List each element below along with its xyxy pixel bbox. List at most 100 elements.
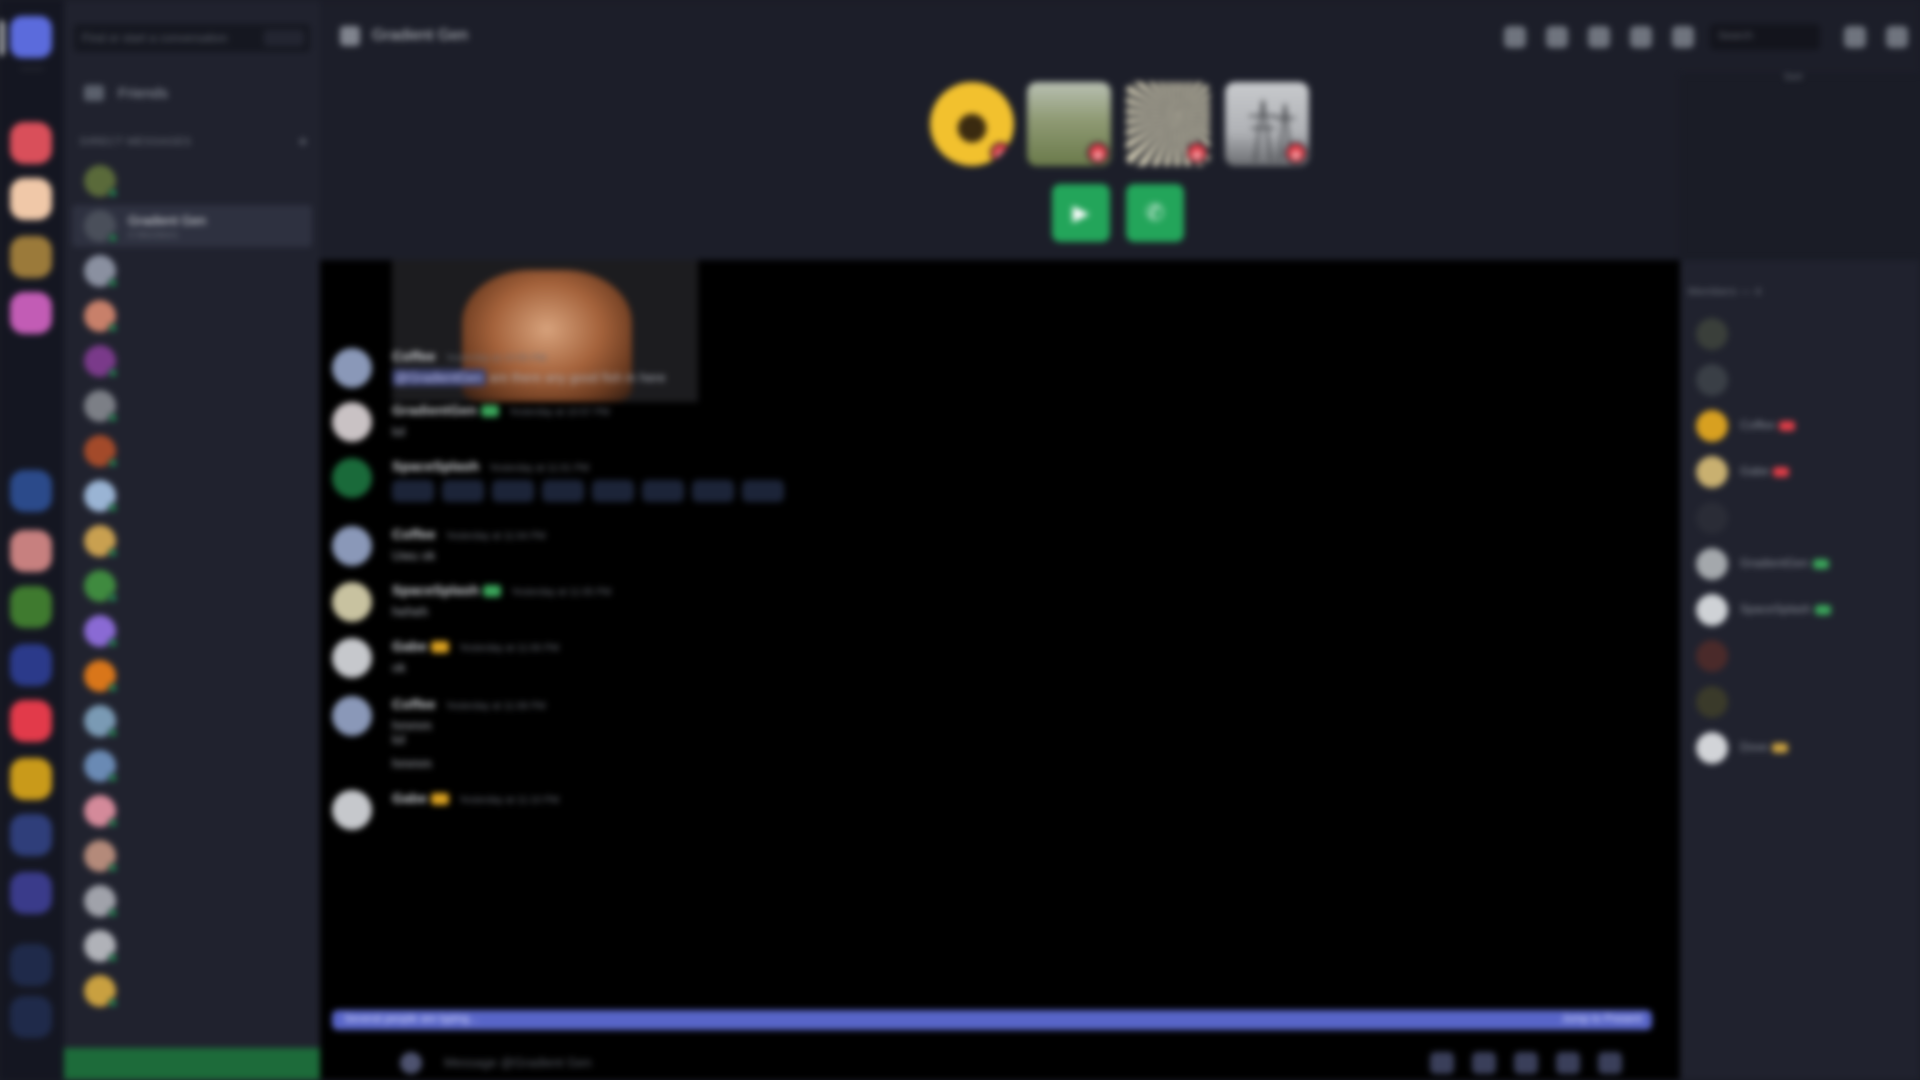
join-call-button[interactable]: ✆	[1126, 184, 1184, 242]
message-author[interactable]: SpaceSplash Yesterday at 11:05 PM	[392, 582, 611, 598]
sticker-icon[interactable]	[1514, 1052, 1538, 1074]
dm-item[interactable]	[72, 475, 312, 517]
dm-item[interactable]	[72, 430, 312, 472]
chat-message[interactable]: SpaceSplash Yesterday at 11:01 PM	[328, 458, 1528, 514]
sunburst-tile[interactable]: ⊘	[1126, 82, 1210, 166]
dm-item[interactable]	[72, 295, 312, 337]
join-video-button[interactable]: ▶	[1052, 184, 1110, 242]
add-member-icon[interactable]	[1630, 26, 1652, 48]
user-panel[interactable]	[64, 1048, 320, 1080]
dm-item[interactable]	[72, 340, 312, 382]
chat-message[interactable]: Coffee Yesterday at 10:55 PM @GradientGen …	[328, 348, 1528, 404]
dm-item[interactable]	[72, 655, 312, 697]
reaction-chip[interactable]	[592, 480, 634, 502]
message-author[interactable]: Coffee Yesterday at 11:08 PM	[392, 696, 546, 712]
home-button[interactable]	[10, 16, 52, 58]
server-icon[interactable]	[10, 758, 52, 800]
avatar[interactable]	[332, 638, 372, 678]
message-author[interactable]: Gabe Yesterday at 11:06 PM	[392, 638, 559, 654]
avatar[interactable]	[332, 696, 372, 736]
gif-icon[interactable]	[1472, 1052, 1496, 1074]
dm-item[interactable]	[72, 610, 312, 652]
member-item[interactable]: Gabe	[1688, 452, 1912, 492]
server-icon[interactable]	[10, 292, 52, 334]
sort-label[interactable]: Sort	[1784, 72, 1802, 83]
message-author[interactable]: Coffee Yesterday at 10:55 PM	[392, 348, 546, 364]
dm-item[interactable]	[72, 700, 312, 742]
server-icon[interactable]	[10, 996, 52, 1038]
reaction-chip[interactable]	[692, 480, 734, 502]
friends-link[interactable]: Friends	[72, 76, 312, 110]
attach-plus-icon[interactable]	[400, 1052, 422, 1074]
reaction-chip[interactable]	[542, 480, 584, 502]
reaction-chip[interactable]	[742, 480, 784, 502]
chat-message[interactable]: Coffee Yesterday at 11:04 PM Uwu ok	[328, 526, 1528, 582]
avatar[interactable]	[332, 526, 372, 566]
member-item[interactable]: SpaceSplash	[1688, 590, 1912, 630]
avatar[interactable]	[332, 582, 372, 622]
dm-item[interactable]	[72, 745, 312, 787]
app-icon[interactable]	[1556, 1052, 1580, 1074]
dm-item[interactable]	[72, 790, 312, 832]
member-item[interactable]	[1688, 498, 1912, 538]
server-icon[interactable]	[10, 644, 52, 686]
member-item[interactable]: Coffee	[1688, 406, 1912, 446]
chat-message[interactable]: Gabe Yesterday at 11:06 PM ok	[328, 638, 1528, 694]
topbar-search-input[interactable]: Search	[1710, 24, 1820, 50]
dm-item[interactable]	[72, 925, 312, 967]
server-icon[interactable]	[10, 236, 52, 278]
message-composer[interactable]: Message @Gradient Gen	[390, 1044, 1670, 1080]
dm-item[interactable]	[72, 835, 312, 877]
server-icon[interactable]	[10, 530, 52, 572]
message-author[interactable]: GradientGen Yesterday at 10:57 PM	[392, 402, 610, 418]
video-icon[interactable]	[1546, 26, 1568, 48]
dm-item[interactable]	[72, 250, 312, 292]
pylons-tile[interactable]: ⊘	[1225, 82, 1309, 166]
server-icon[interactable]	[10, 700, 52, 742]
reaction-chip[interactable]	[642, 480, 684, 502]
dm-item[interactable]	[72, 565, 312, 607]
chat-message[interactable]: Gabe Yesterday at 11:10 PM	[328, 790, 1528, 846]
server-icon[interactable]	[10, 872, 52, 914]
server-icon[interactable]	[10, 178, 52, 220]
reaction-chip[interactable]	[392, 480, 434, 502]
reaction-chip[interactable]	[492, 480, 534, 502]
inbox-icon[interactable]	[1844, 26, 1866, 48]
reaction-chip[interactable]	[442, 480, 484, 502]
avatar[interactable]	[332, 458, 372, 498]
dm-item[interactable]: Gradient Gen 4 Members	[72, 205, 312, 247]
dm-item[interactable]	[72, 160, 312, 202]
add-dm-icon[interactable]: +	[298, 134, 308, 152]
avatar[interactable]	[332, 402, 372, 442]
member-item[interactable]	[1688, 314, 1912, 354]
dm-item[interactable]	[72, 520, 312, 562]
member-item[interactable]	[1688, 360, 1912, 400]
dm-item[interactable]	[72, 970, 312, 1012]
server-icon[interactable]	[10, 122, 52, 164]
server-icon[interactable]	[10, 944, 52, 986]
gift-icon[interactable]	[1430, 1052, 1454, 1074]
dm-search-input[interactable]: Find or start a conversation	[74, 24, 310, 52]
message-author[interactable]: SpaceSplash Yesterday at 11:01 PM	[392, 458, 589, 474]
help-icon[interactable]	[1886, 26, 1908, 48]
member-item[interactable]: GradientGen	[1688, 544, 1912, 584]
server-icon[interactable]	[10, 586, 52, 628]
pin-icon[interactable]	[1588, 26, 1610, 48]
call-icon[interactable]	[1504, 26, 1526, 48]
avatar[interactable]	[332, 348, 372, 388]
members-toggle-icon[interactable]	[1672, 26, 1694, 48]
member-item[interactable]: Dove	[1688, 728, 1912, 768]
member-item[interactable]	[1688, 682, 1912, 722]
dm-item[interactable]	[72, 385, 312, 427]
emoji-icon[interactable]	[1598, 1052, 1622, 1074]
member-item[interactable]	[1688, 636, 1912, 676]
mention[interactable]: @GradientGen	[392, 369, 486, 386]
jump-present-link[interactable]: Jump to Present	[1562, 1013, 1642, 1025]
chat-message[interactable]: SpaceSplash Yesterday at 11:05 PM heheh	[328, 582, 1528, 638]
server-icon[interactable]	[10, 470, 52, 512]
avatar[interactable]	[332, 790, 372, 830]
geese-tile[interactable]: ⊘	[1027, 82, 1111, 166]
dm-item[interactable]	[72, 880, 312, 922]
server-icon[interactable]	[10, 814, 52, 856]
typing-indicator-bar[interactable]: Several people are typing... Jump to Pre…	[332, 1010, 1652, 1030]
